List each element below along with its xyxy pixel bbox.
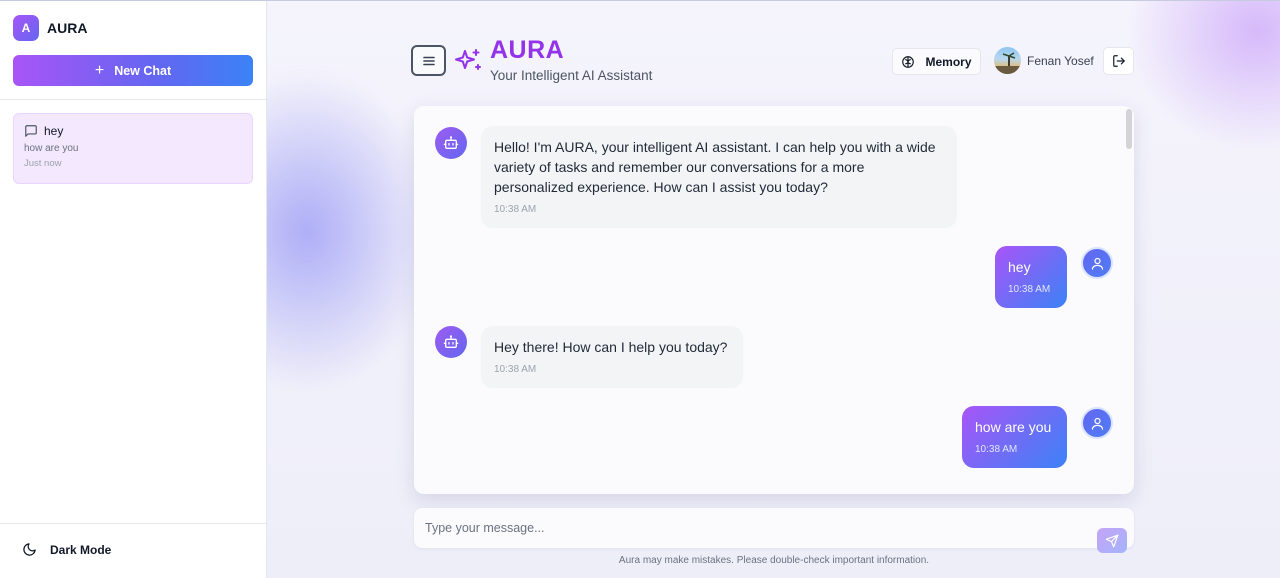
plus-icon: + — [94, 61, 105, 79]
moon-icon — [23, 543, 36, 556]
page-title: AURA — [490, 36, 565, 64]
logout-button[interactable] — [1103, 47, 1134, 75]
chat-scrollbar[interactable] — [1126, 109, 1132, 149]
memory-label: Memory — [925, 54, 972, 69]
message-text: Hello! I'm AURA, your intelligent AI ass… — [494, 139, 936, 195]
user-profile[interactable]: Fenan Yosef — [994, 47, 1094, 74]
memory-button[interactable]: Memory — [892, 48, 981, 75]
user-message-avatar — [1081, 247, 1113, 279]
send-button[interactable] — [1097, 528, 1127, 553]
message-time: 10:38 AM — [494, 204, 537, 215]
chat-item-time: Just now — [24, 158, 62, 169]
user-icon — [1091, 417, 1103, 430]
sidebar-divider-bottom — [0, 523, 266, 524]
message-time: 10:38 AM — [494, 364, 537, 375]
assistant-message: Hello! I'm AURA, your intelligent AI ass… — [481, 126, 957, 228]
message-text: how are you — [975, 419, 1052, 435]
message-text: hey — [1008, 259, 1031, 275]
brand-logo: A — [13, 15, 39, 41]
sidebar-brand: A AURA — [13, 15, 87, 41]
chat-item-title: hey — [44, 124, 64, 138]
send-icon — [1105, 534, 1119, 547]
logout-icon — [1112, 55, 1125, 67]
message-square-icon — [25, 125, 37, 137]
new-chat-button[interactable]: + New Chat — [13, 55, 253, 86]
bot-icon — [443, 335, 459, 348]
bot-icon — [443, 136, 459, 149]
background-glow-right — [1127, 1, 1280, 151]
assistant-message: Hey there! How can I help you today? 10:… — [481, 326, 743, 388]
message-time: 10:38 AM — [975, 444, 1018, 455]
message-input[interactable] — [414, 508, 1134, 548]
user-message-avatar — [1081, 407, 1113, 439]
sidebar: A AURA + New Chat hey how are you Just n… — [0, 1, 267, 578]
message-text: Hey there! How can I help you today? — [494, 339, 728, 355]
user-name: Fenan Yosef — [1027, 53, 1094, 68]
background-glow-left — [267, 71, 437, 391]
brain-icon — [902, 55, 915, 68]
brand-name: AURA — [47, 20, 88, 36]
disclaimer-text: Aura may make mistakes. Please double-ch… — [618, 555, 930, 566]
dark-mode-label: Dark Mode — [50, 542, 112, 557]
menu-icon — [422, 56, 435, 65]
user-icon — [1091, 257, 1103, 270]
chat-item-preview: how are you — [24, 143, 79, 154]
assistant-avatar — [435, 127, 467, 159]
new-chat-label: New Chat — [114, 63, 172, 78]
menu-button[interactable] — [411, 45, 446, 76]
sparkles-icon — [455, 49, 481, 70]
message-time: 10:38 AM — [1008, 284, 1051, 295]
user-message: how are you 10:38 AM — [962, 406, 1067, 468]
page-subtitle: Your Intelligent AI Assistant — [490, 68, 653, 83]
user-message: hey 10:38 AM — [995, 246, 1067, 308]
assistant-avatar — [435, 326, 467, 358]
sidebar-divider-top — [0, 99, 266, 100]
chat-history-item[interactable]: hey how are you Just now — [13, 113, 253, 184]
user-avatar — [994, 47, 1021, 74]
dark-mode-toggle[interactable]: Dark Mode — [22, 542, 111, 557]
